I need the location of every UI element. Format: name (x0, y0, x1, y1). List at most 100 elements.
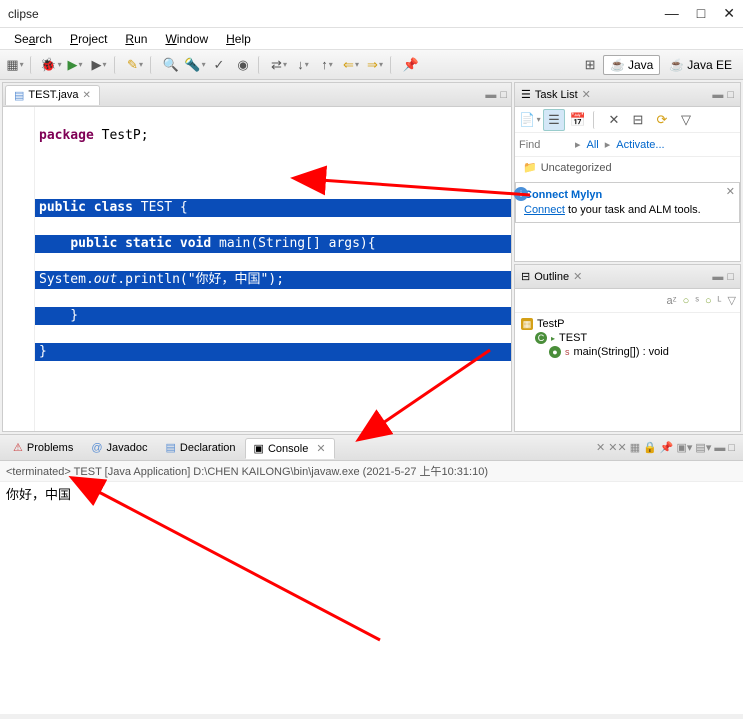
menu-bar: Search Project Run Window Help (0, 28, 743, 50)
all-link[interactable]: All (587, 139, 599, 151)
schedule-button[interactable]: 📅 (567, 109, 589, 131)
clear-console-icon[interactable]: ▦ (630, 441, 640, 454)
close-view-icon[interactable]: ✕ (582, 88, 591, 101)
collapse-button[interactable]: ⊟ (627, 109, 649, 131)
close-tab-icon[interactable]: ✕ (316, 442, 325, 455)
ext-tools-button[interactable]: ▶ (88, 54, 110, 76)
outline-view: ⊟ Outline ✕ ▬ □ aᶻ ○ ˢ ○ ᴸ ▽ ▦ TestP (514, 264, 741, 432)
class-icon: C (535, 332, 547, 344)
method-icon: ● (549, 346, 561, 358)
next-button[interactable]: ↓ (292, 54, 314, 76)
display-console-icon[interactable]: ▣▾ (677, 441, 693, 454)
menu-window[interactable]: Window (157, 30, 216, 48)
hide-fields-icon[interactable]: ˢ (695, 295, 699, 307)
menu-help[interactable]: Help (218, 30, 259, 48)
menu-project[interactable]: Project (62, 30, 115, 48)
new-task-button[interactable]: 📄 (519, 109, 541, 131)
code-editor[interactable]: package TestP; public class TEST { publi… (3, 107, 511, 431)
open-console-icon[interactable]: ▤▾ (695, 441, 711, 454)
task-list-icon: ☰ (521, 88, 531, 101)
separator (593, 111, 599, 129)
maximize-view-icon[interactable]: □ (500, 89, 507, 101)
editor-gutter (3, 107, 35, 431)
minimize-view-icon[interactable]: ▬ (485, 89, 496, 101)
separator (258, 56, 264, 74)
pin-console-icon[interactable]: 📌 (660, 441, 674, 454)
editor-tab[interactable]: ▤ TEST.java ✕ (5, 85, 100, 105)
nav-button[interactable]: ⇄ (268, 54, 290, 76)
separator (30, 56, 36, 74)
console-output[interactable]: 你好，中国 (0, 482, 743, 714)
find-input[interactable] (519, 139, 569, 151)
debug-button[interactable]: 🐞 (40, 54, 62, 76)
perspective-java[interactable]: ☕Java (603, 55, 660, 75)
hide-local-icon[interactable]: ᴸ (718, 295, 722, 307)
separator (150, 56, 156, 74)
outline-title: Outline (534, 271, 569, 283)
minimize-button[interactable]: — (665, 5, 679, 22)
code-area[interactable]: package TestP; public class TEST { publi… (35, 107, 511, 431)
task-list-title: Task List (535, 89, 578, 101)
menu-icon[interactable]: ▽ (728, 294, 736, 307)
tab-console[interactable]: ▣Console✕ (245, 438, 335, 459)
window-title: clipse (8, 7, 39, 21)
separator (114, 56, 120, 74)
maximize-icon[interactable]: □ (727, 89, 734, 101)
close-mylyn-icon[interactable]: ✕ (726, 185, 735, 198)
remove-all-icon[interactable]: ✕✕ (608, 441, 626, 454)
menu-search[interactable]: Search (6, 30, 60, 48)
connect-link[interactable]: Connect (524, 204, 565, 216)
close-button[interactable]: ✕ (723, 5, 735, 22)
outline-package[interactable]: ▦ TestP (521, 317, 734, 331)
tab-javadoc[interactable]: @Javadoc (82, 438, 156, 458)
forward-button[interactable]: ⇒ (364, 54, 386, 76)
new-button[interactable]: ▦ (4, 54, 26, 76)
menu-icon[interactable]: ▽ (675, 109, 697, 131)
info-icon: i (514, 187, 528, 201)
run-button[interactable]: ▶ (64, 54, 86, 76)
minimize-icon[interactable]: ▬ (714, 442, 725, 454)
console-status: <terminated> TEST [Java Application] D:\… (0, 461, 743, 482)
menu-run[interactable]: Run (117, 30, 155, 48)
close-view-icon[interactable]: ✕ (573, 270, 582, 283)
tab-problems[interactable]: ⚠Problems (4, 437, 82, 458)
back-button[interactable]: ⇐ (340, 54, 362, 76)
prev-button[interactable]: ↑ (316, 54, 338, 76)
title-bar: clipse — □ ✕ (0, 0, 743, 28)
outline-class[interactable]: C ▸ TEST (521, 331, 734, 345)
outline-method[interactable]: ● s main(String[]) : void (521, 345, 734, 359)
sort-icon[interactable]: aᶻ (667, 295, 677, 307)
sync-button[interactable]: ⟳ (651, 109, 673, 131)
maximize-icon[interactable]: □ (728, 442, 735, 454)
connect-mylyn-panel: i ✕ Connect Mylyn Connect to your task a… (515, 182, 740, 223)
activate-link[interactable]: Activate... (616, 139, 664, 151)
hide-static-icon[interactable]: ○ (705, 295, 712, 307)
javadoc-icon: @ (91, 442, 102, 454)
remove-launch-icon[interactable]: ✕ (596, 441, 605, 454)
filter-icon[interactable]: ○ (683, 295, 690, 307)
focus-button[interactable]: ✕ (603, 109, 625, 131)
folder-icon: 📁 (523, 161, 537, 174)
task-button[interactable]: ✓ (208, 54, 230, 76)
open-perspective-button[interactable]: ⊞ (579, 54, 601, 76)
perspective-javaee[interactable]: ☕Java EE (662, 55, 739, 75)
new-class-button[interactable]: ✎ (124, 54, 146, 76)
task-list-view: ☰ Task List ✕ ▬ □ 📄 ☰ 📅 ✕ ⊟ ⟳ ▽ ▸ All (514, 82, 741, 262)
open-type-button[interactable]: 🔍 (160, 54, 182, 76)
bookmark-button[interactable]: ◉ (232, 54, 254, 76)
minimize-icon[interactable]: ▬ (712, 89, 723, 101)
maximize-icon[interactable]: □ (727, 271, 734, 283)
editor-tabbar: ▤ TEST.java ✕ ▬ □ (3, 83, 511, 107)
uncategorized-item[interactable]: 📁 Uncategorized (523, 161, 732, 174)
scroll-lock-icon[interactable]: 🔒 (643, 441, 657, 454)
pin-button[interactable]: 📌 (400, 54, 422, 76)
declaration-icon: ▤ (166, 441, 176, 454)
separator (390, 56, 396, 74)
close-tab-icon[interactable]: ✕ (83, 90, 91, 101)
main-toolbar: ▦ 🐞 ▶ ▶ ✎ 🔍 🔦 ✓ ◉ ⇄ ↓ ↑ ⇐ ⇒ 📌 ⊞ ☕Java ☕J… (0, 50, 743, 80)
search-button[interactable]: 🔦 (184, 54, 206, 76)
tab-declaration[interactable]: ▤Declaration (157, 437, 245, 458)
minimize-icon[interactable]: ▬ (712, 271, 723, 283)
categorize-button[interactable]: ☰ (543, 109, 565, 131)
maximize-button[interactable]: □ (697, 5, 705, 22)
